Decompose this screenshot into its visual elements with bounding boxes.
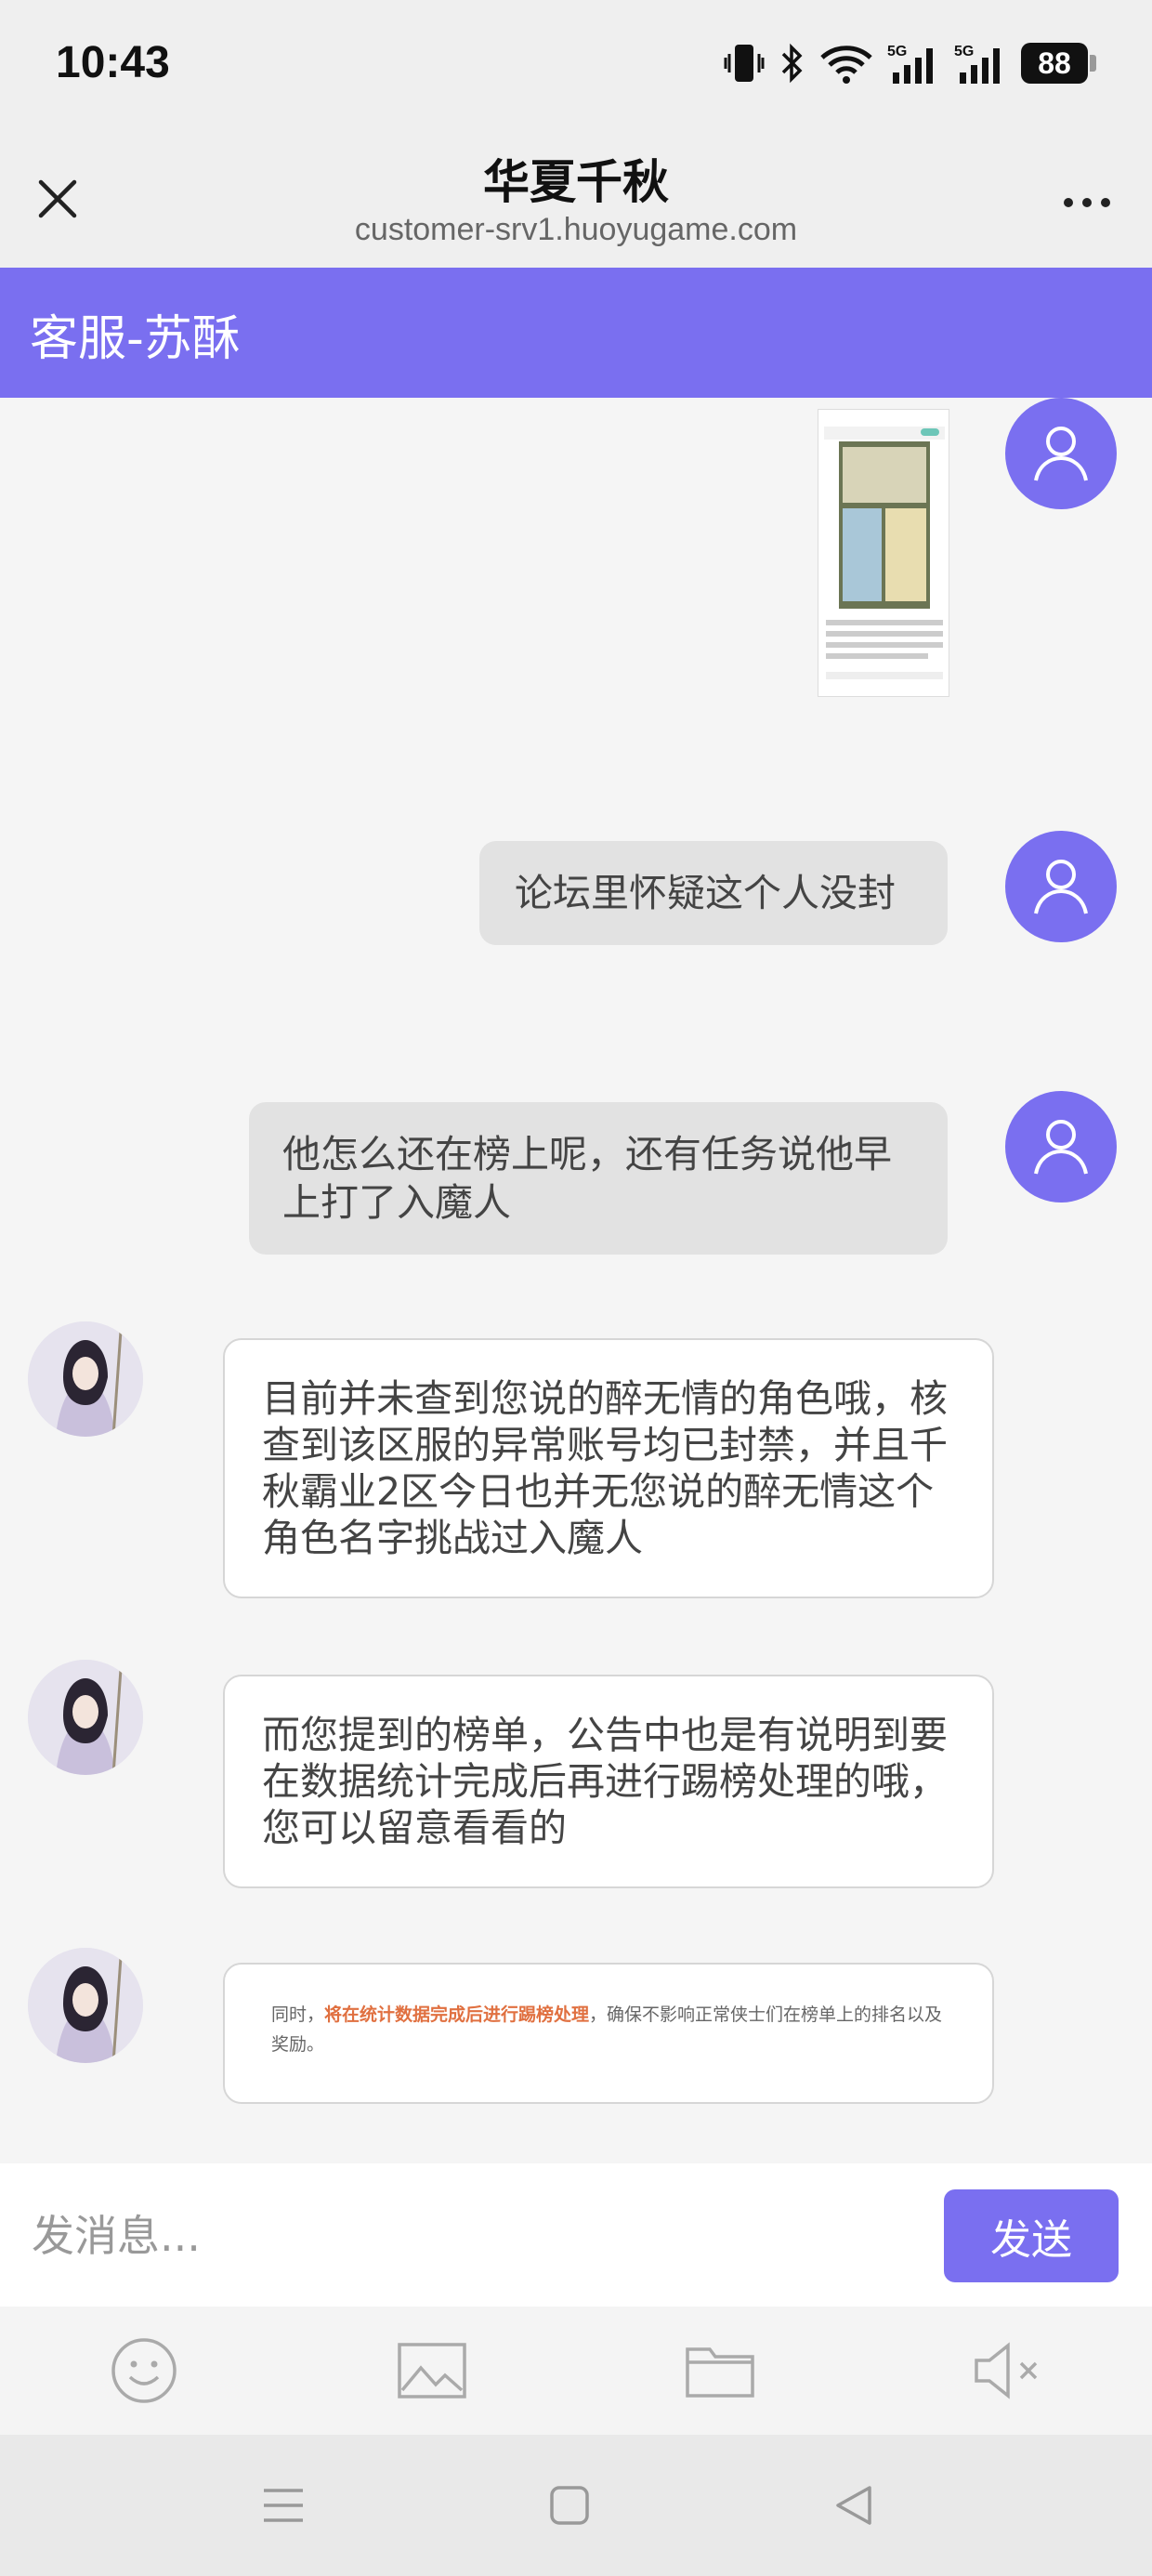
image-icon xyxy=(398,2343,466,2399)
emoji-button[interactable] xyxy=(102,2333,186,2409)
home-nav-button[interactable] xyxy=(537,2476,602,2535)
network-label-2: 5G xyxy=(954,44,974,59)
status-time: 10:43 xyxy=(56,38,170,87)
agent-header: 客服-苏酥 xyxy=(0,268,1152,398)
battery-level: 88 xyxy=(1021,43,1088,84)
back-triangle-icon xyxy=(836,2486,871,2525)
chat-toolbar xyxy=(0,2307,1152,2435)
page-title: 华夏千秋 xyxy=(483,155,669,209)
agent-avatar xyxy=(28,1948,143,2063)
agent-avatar xyxy=(28,1660,143,1775)
browser-header: 华夏千秋 customer-srv1.huoyugame.com xyxy=(0,130,1152,268)
more-dot xyxy=(1101,198,1110,207)
snippet-highlight: 将在统计数据完成后进行踢榜处理 xyxy=(324,2004,590,2025)
status-icons: 5G 5G 88 xyxy=(724,41,1096,85)
image-button[interactable] xyxy=(390,2333,474,2409)
agent-avatar-illustration xyxy=(28,1948,143,2063)
agent-avatar-illustration xyxy=(28,1321,143,1437)
user-avatar xyxy=(1005,1091,1117,1203)
message-input-bar: 发送 xyxy=(0,2163,1152,2307)
home-square-icon xyxy=(550,2486,589,2525)
user-message[interactable]: 论坛里怀疑这个人没封 xyxy=(479,841,948,945)
signal-5g-icon: 5G xyxy=(887,44,933,84)
more-options-button[interactable] xyxy=(1050,175,1124,230)
message-input[interactable] xyxy=(32,2195,923,2277)
user-avatar xyxy=(1005,831,1117,942)
menu-nav-button[interactable] xyxy=(251,2476,316,2535)
user-message[interactable]: 他怎么还在榜上呢，还有任务说他早上打了入魔人 xyxy=(249,1102,948,1255)
agent-message[interactable]: 而您提到的榜单，公告中也是有说明到要在数据统计完成后再进行踢榜处理的哦，您可以留… xyxy=(223,1675,994,1888)
screenshot-thumbnail xyxy=(818,410,949,696)
more-dot xyxy=(1082,198,1092,207)
user-icon xyxy=(1034,1120,1088,1175)
user-image-message[interactable] xyxy=(818,409,949,697)
agent-message[interactable]: 目前并未查到您说的醉无情的角色哦，核查到该区服的异常账号均已封禁，并且千秋霸业2… xyxy=(223,1338,994,1598)
system-nav-bar xyxy=(0,2435,1152,2576)
send-button[interactable]: 发送 xyxy=(944,2189,1119,2282)
agent-name: 客服-苏酥 xyxy=(30,311,241,367)
user-icon xyxy=(1034,860,1088,914)
bluetooth-icon xyxy=(781,43,803,84)
page-url: customer-srv1.huoyugame.com xyxy=(354,212,798,247)
network-label-1: 5G xyxy=(887,44,907,59)
emoji-icon xyxy=(111,2338,177,2403)
chat-area[interactable]: 论坛里怀疑这个人没封 他怎么还在榜上呢，还有任务说他早上打了入魔人 目前并未查到… xyxy=(0,398,1152,2163)
agent-avatar xyxy=(28,1321,143,1437)
user-icon xyxy=(1034,427,1088,481)
vibrate-icon xyxy=(724,45,765,82)
snippet-prefix: 同时， xyxy=(271,2004,325,2025)
agent-image-message[interactable]: 同时，将在统计数据完成后进行踢榜处理，确保不影响正常侠士们在榜单上的排名以及奖励… xyxy=(223,1963,994,2104)
wifi-icon xyxy=(820,46,872,84)
signal-5g-icon-2: 5G xyxy=(954,44,1000,84)
battery-icon: 88 xyxy=(1021,43,1096,84)
folder-icon xyxy=(686,2347,754,2398)
user-avatar xyxy=(1005,398,1117,509)
status-bar: 10:43 5G 5G 88 xyxy=(0,0,1152,130)
mute-button[interactable] xyxy=(966,2333,1050,2409)
agent-avatar-illustration xyxy=(28,1660,143,1775)
back-nav-button[interactable] xyxy=(821,2476,886,2535)
file-button[interactable] xyxy=(678,2333,762,2409)
menu-icon xyxy=(264,2489,303,2522)
announcement-snippet: 同时，将在统计数据完成后进行踢榜处理，确保不影响正常侠士们在榜单上的排名以及奖励… xyxy=(271,2000,946,2059)
more-dot xyxy=(1064,198,1073,207)
mute-icon xyxy=(975,2342,1038,2399)
